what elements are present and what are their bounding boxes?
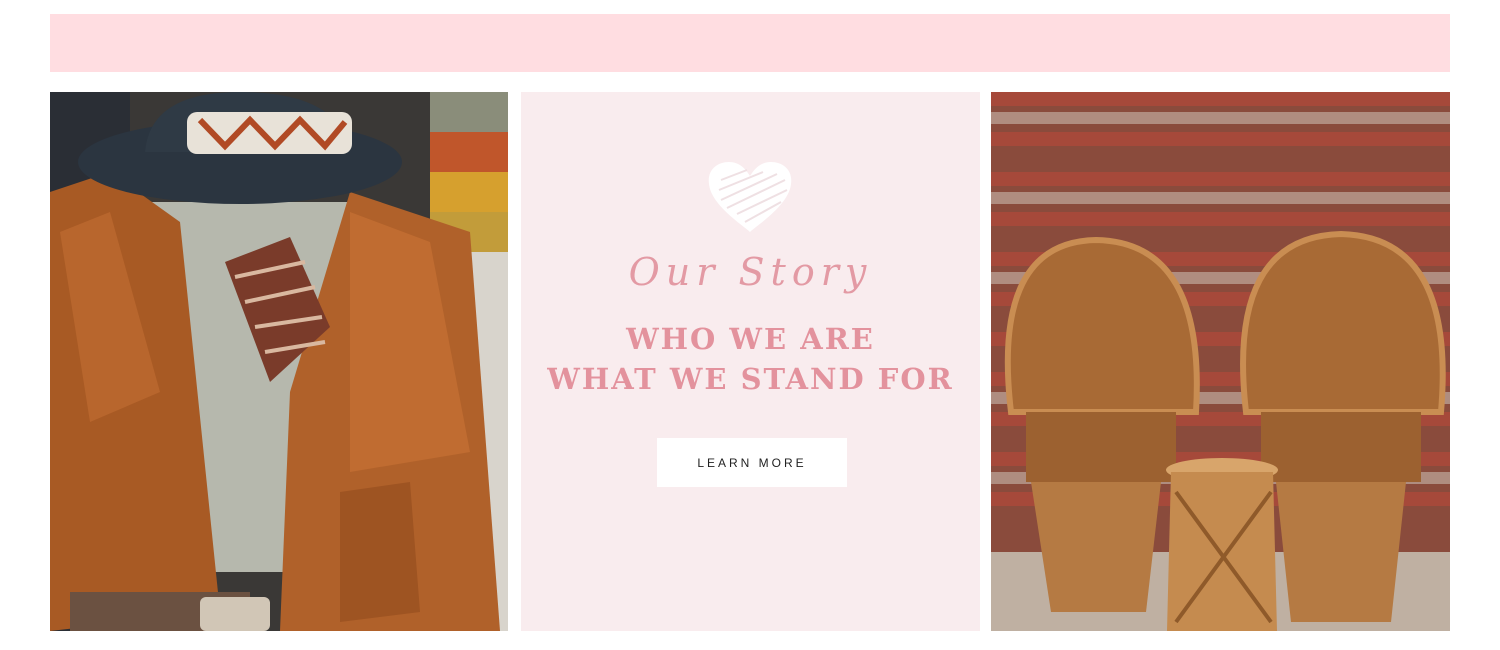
furniture-photo[interactable] [991, 92, 1450, 631]
clothing-illustration [50, 92, 508, 631]
headline-line-2: WHAT WE STAND FOR [547, 362, 954, 396]
heart-icon [708, 162, 792, 232]
learn-more-button[interactable]: LEARN MORE [657, 438, 847, 487]
our-story-panel: Our Story WHO WE ARE WHAT WE STAND FOR L… [521, 92, 980, 631]
furniture-illustration [991, 92, 1450, 631]
top-banner [50, 14, 1450, 72]
script-title: Our Story [628, 250, 873, 294]
clothing-photo[interactable] [50, 92, 508, 631]
headline-line-1: WHO WE ARE [626, 322, 875, 356]
